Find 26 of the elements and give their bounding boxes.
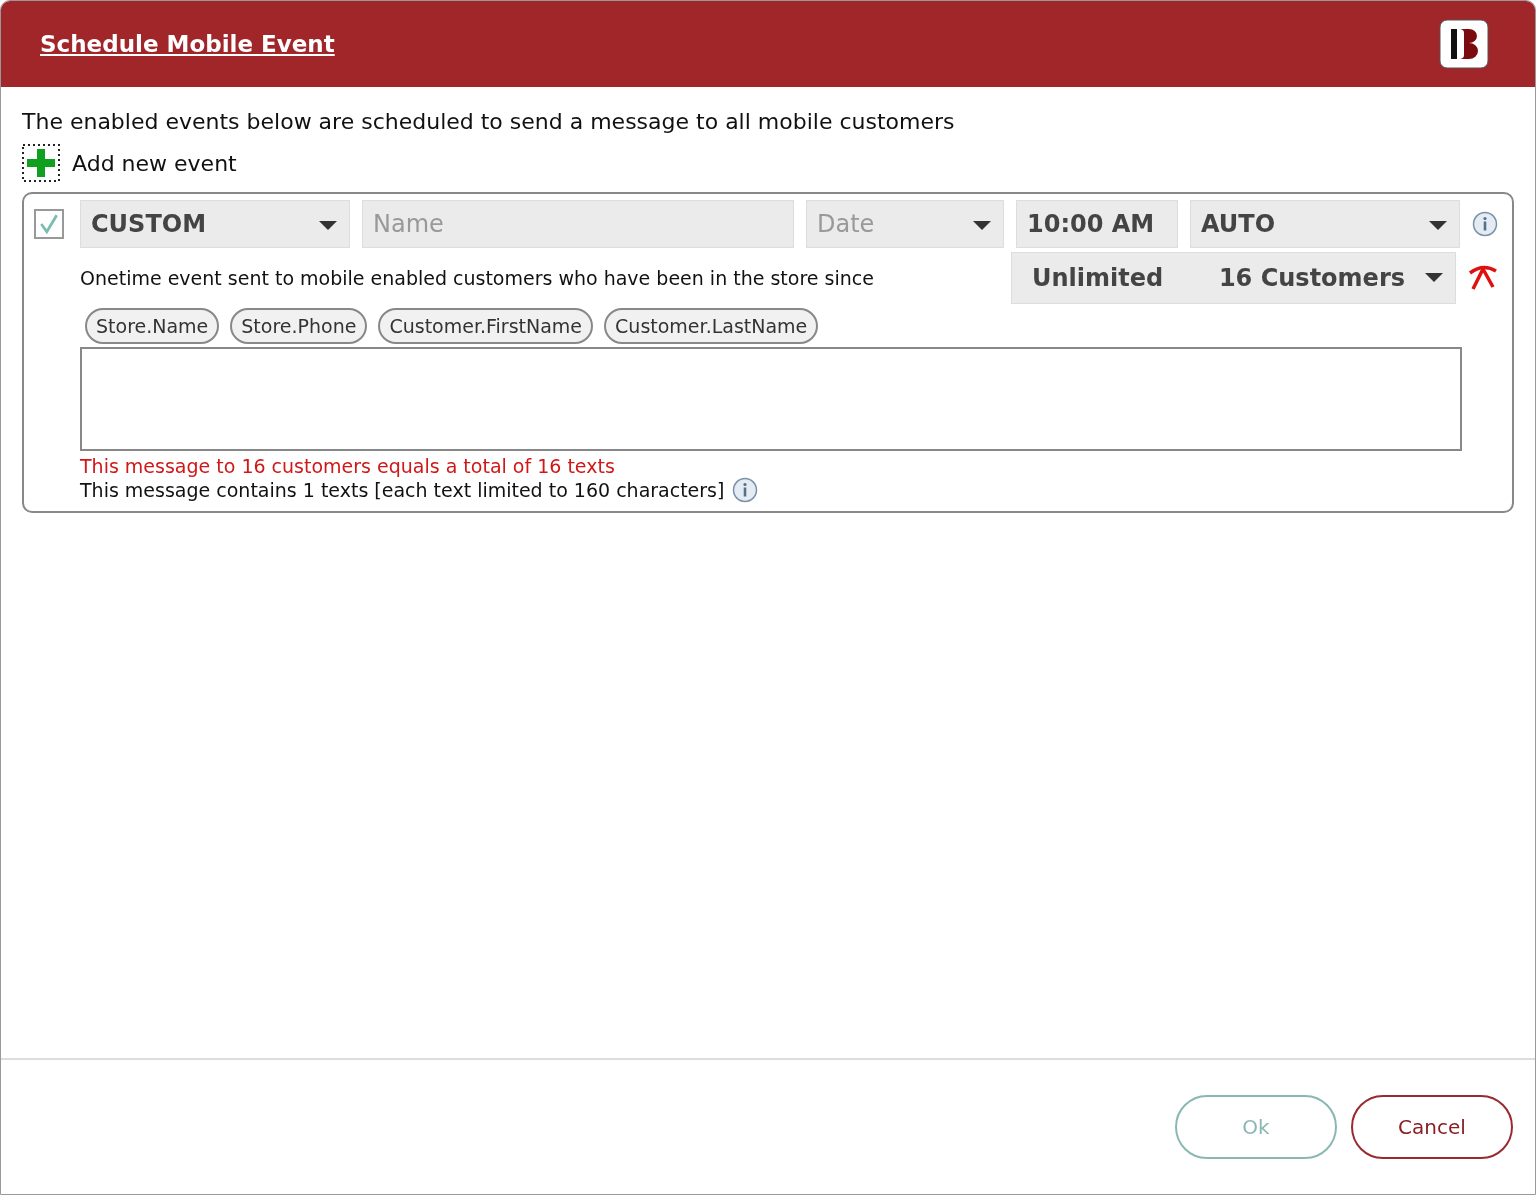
token-chip[interactable]: Customer.FirstName — [378, 308, 594, 344]
window-title: Schedule Mobile Event — [40, 31, 335, 57]
info-icon[interactable] — [732, 477, 759, 503]
name-field[interactable]: Name — [362, 200, 794, 248]
info-icon[interactable] — [1472, 211, 1498, 237]
info-text: This message contains 1 texts [each text limited to 160 characters] — [80, 479, 725, 501]
logo-icon — [1439, 19, 1489, 69]
caret-icon — [973, 221, 991, 230]
caret-icon — [1425, 273, 1443, 282]
warning-text: This message to 16 customers equals a total of 16 texts — [80, 455, 616, 477]
intro-text: The enabled events below are scheduled to send a message to all mobile customers — [22, 109, 956, 134]
type-dropdown[interactable]: CUSTOM — [80, 200, 350, 248]
plus-icon — [22, 144, 60, 182]
enabled-checkbox[interactable] — [34, 209, 64, 239]
token-chip[interactable]: Store.Name — [85, 308, 220, 344]
caret-icon — [319, 221, 337, 230]
event-description: Onetime event sent to mobile enabled customers who have been in the store since — [80, 267, 874, 289]
token-chip[interactable]: Store.Phone — [230, 308, 368, 344]
cancel-button[interactable]: Cancel — [1351, 1095, 1513, 1159]
caret-icon — [1429, 221, 1447, 230]
message-field[interactable] — [80, 347, 1462, 451]
add-event-link[interactable]: Add new event — [22, 144, 237, 182]
token-chip[interactable]: Customer.LastName — [604, 308, 819, 344]
time-field[interactable]: 10:00 AM — [1016, 200, 1178, 248]
mode-dropdown[interactable]: AUTO — [1190, 200, 1460, 248]
audience-dropdown[interactable]: Unlimited 16 Customers — [1011, 252, 1456, 304]
